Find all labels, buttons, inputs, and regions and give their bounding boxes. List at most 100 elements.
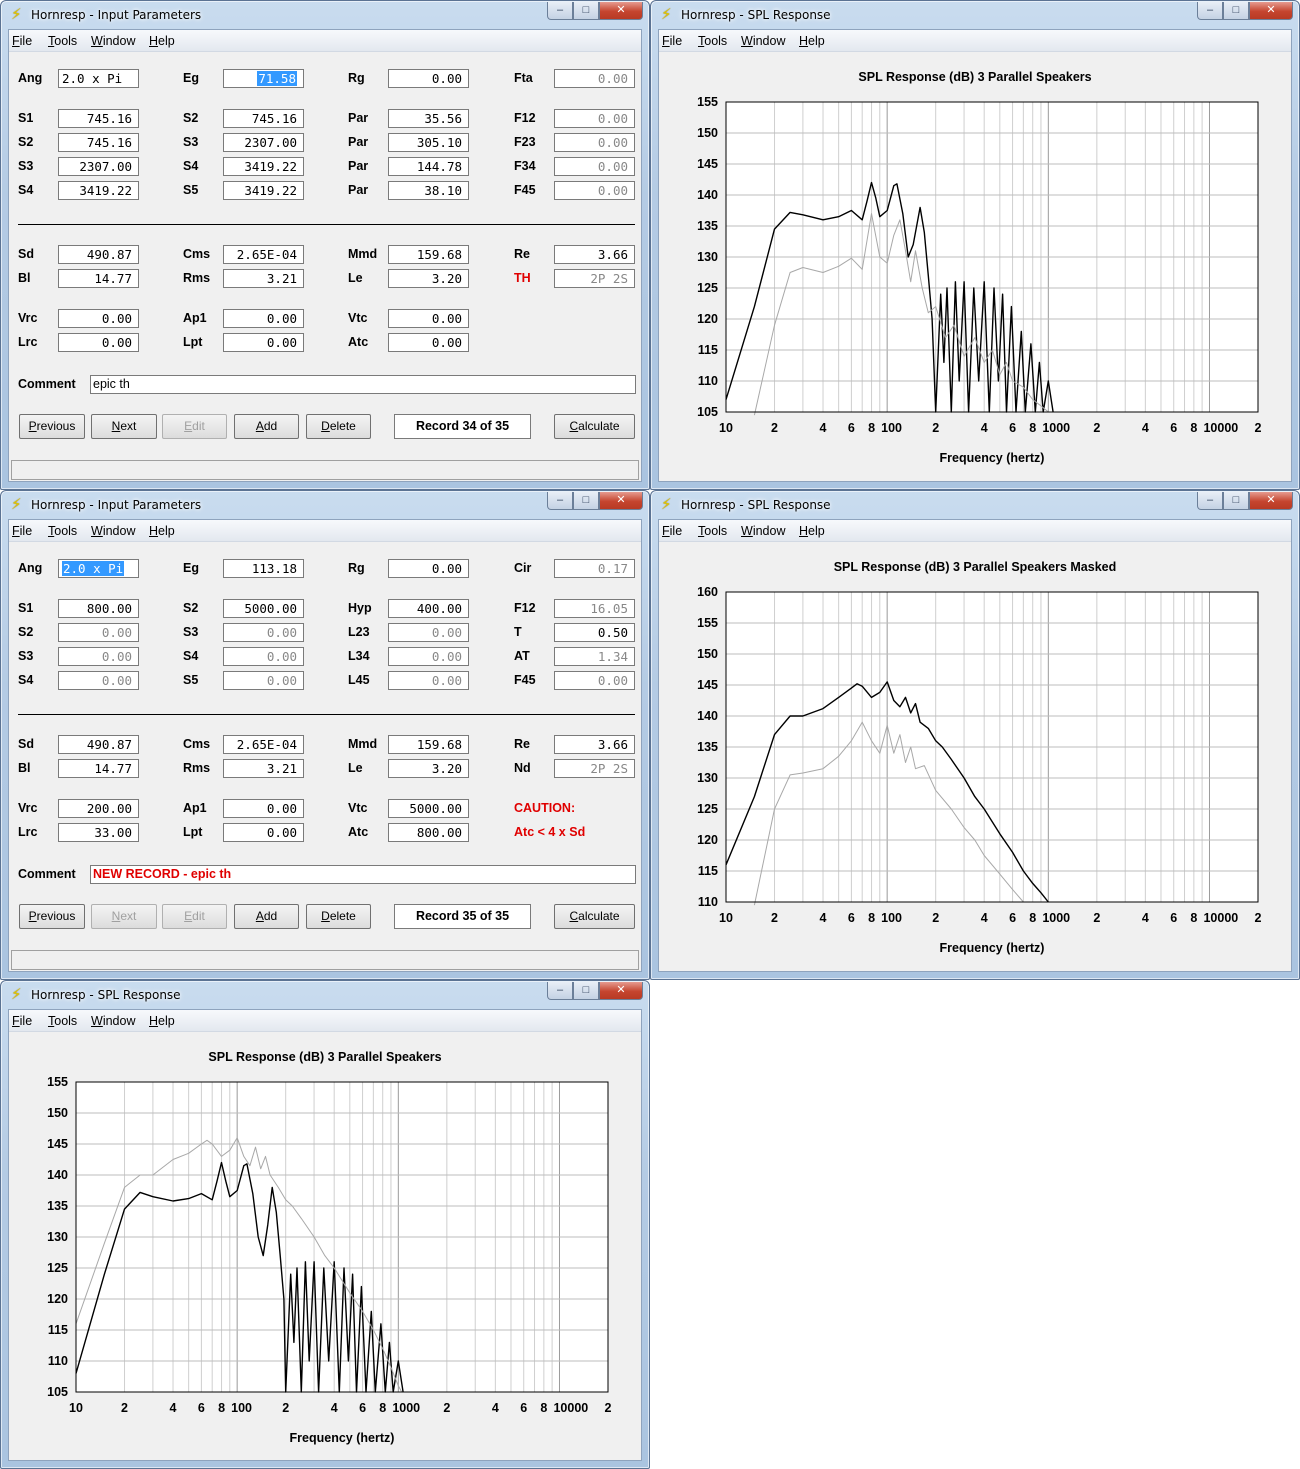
menu-window[interactable]: Window: [91, 34, 135, 48]
close-button[interactable]: ✕: [1249, 492, 1293, 510]
delete-button[interactable]: Delete: [306, 904, 371, 929]
param-field-bl[interactable]: 14.77: [58, 269, 139, 288]
maximize-button[interactable]: □: [573, 492, 599, 510]
calculate-button[interactable]: Calculate: [554, 904, 635, 929]
minimize-button[interactable]: –: [1197, 492, 1223, 510]
param-field-f12[interactable]: 0.00: [554, 109, 635, 128]
param-field-ap1[interactable]: 0.00: [223, 799, 304, 818]
param-field-vrc[interactable]: 0.00: [58, 309, 139, 328]
close-button[interactable]: ✕: [1249, 2, 1293, 20]
add-button[interactable]: Add: [234, 414, 299, 439]
param-field-sd[interactable]: 490.87: [58, 245, 139, 264]
param-field-s4[interactable]: 0.00: [58, 671, 139, 690]
param-field-s4[interactable]: 3419.22: [223, 157, 304, 176]
menu-file[interactable]: File: [12, 34, 32, 48]
add-button[interactable]: Add: [234, 904, 299, 929]
param-field-l45[interactable]: 0.00: [388, 671, 469, 690]
param-field-ang[interactable]: 2.0 x Pi: [58, 69, 139, 88]
param-field-f12[interactable]: 16.05: [554, 599, 635, 618]
title-bar[interactable]: ⚡ Hornresp - SPL Response – □ ✕: [651, 1, 1299, 29]
previous-button[interactable]: Previous: [19, 904, 85, 929]
param-field-cms[interactable]: 2.65E-04: [223, 245, 304, 264]
param-field-s2[interactable]: 745.16: [223, 109, 304, 128]
param-field-sd[interactable]: 490.87: [58, 735, 139, 754]
param-field-rms[interactable]: 3.21: [223, 759, 304, 778]
param-field-lpt[interactable]: 0.00: [223, 333, 304, 352]
param-field-t[interactable]: 0.50: [554, 623, 635, 642]
param-field-par[interactable]: 35.56: [388, 109, 469, 128]
param-field-atc[interactable]: 0.00: [388, 333, 469, 352]
param-field-s5[interactable]: 0.00: [223, 671, 304, 690]
comment-field[interactable]: NEW RECORD - epic th: [90, 865, 636, 884]
param-field-s2[interactable]: 745.16: [58, 133, 139, 152]
param-field-par[interactable]: 38.10: [388, 181, 469, 200]
param-field-lrc[interactable]: 33.00: [58, 823, 139, 842]
title-bar[interactable]: ⚡ Hornresp - SPL Response – □ ✕: [651, 491, 1299, 519]
title-bar[interactable]: ⚡ Hornresp - Input Parameters – □ ✕: [1, 1, 649, 29]
param-field-s3[interactable]: 2307.00: [223, 133, 304, 152]
param-field-f34[interactable]: 0.00: [554, 157, 635, 176]
maximize-button[interactable]: □: [573, 982, 599, 1000]
param-field-l34[interactable]: 0.00: [388, 647, 469, 666]
next-button[interactable]: Next: [91, 414, 157, 439]
param-field-eg[interactable]: 113.18: [223, 559, 304, 578]
close-button[interactable]: ✕: [599, 2, 643, 20]
param-field-l23[interactable]: 0.00: [388, 623, 469, 642]
menu-tools[interactable]: Tools: [48, 34, 77, 48]
param-field-mmd[interactable]: 159.68: [388, 245, 469, 264]
maximize-button[interactable]: □: [1223, 492, 1249, 510]
param-field-s3[interactable]: 0.00: [223, 623, 304, 642]
minimize-button[interactable]: –: [547, 2, 573, 20]
param-field-re[interactable]: 3.66: [554, 245, 635, 264]
title-bar[interactable]: ⚡ Hornresp - Input Parameters – □ ✕: [1, 491, 649, 519]
param-field-lpt[interactable]: 0.00: [223, 823, 304, 842]
param-field-rg[interactable]: 0.00: [388, 559, 469, 578]
param-field-rg[interactable]: 0.00: [388, 69, 469, 88]
param-field-s5[interactable]: 3419.22: [223, 181, 304, 200]
menu-window[interactable]: Window: [91, 524, 135, 538]
minimize-button[interactable]: –: [1197, 2, 1223, 20]
menu-help[interactable]: Help: [149, 524, 175, 538]
maximize-button[interactable]: □: [1223, 2, 1249, 20]
close-button[interactable]: ✕: [599, 982, 643, 1000]
param-field-s4[interactable]: 0.00: [223, 647, 304, 666]
param-field-s1[interactable]: 745.16: [58, 109, 139, 128]
param-field-vtc[interactable]: 0.00: [388, 309, 469, 328]
param-field-rms[interactable]: 3.21: [223, 269, 304, 288]
minimize-button[interactable]: –: [547, 492, 573, 510]
param-field-le[interactable]: 3.20: [388, 269, 469, 288]
param-field-s2[interactable]: 5000.00: [223, 599, 304, 618]
param-field-s3[interactable]: 2307.00: [58, 157, 139, 176]
param-field-vrc[interactable]: 200.00: [58, 799, 139, 818]
param-field-f45[interactable]: 0.00: [554, 671, 635, 690]
maximize-button[interactable]: □: [573, 2, 599, 20]
param-field-cir[interactable]: 0.17: [554, 559, 635, 578]
param-field-s4[interactable]: 3419.22: [58, 181, 139, 200]
param-field-re[interactable]: 3.66: [554, 735, 635, 754]
param-field-at[interactable]: 1.34: [554, 647, 635, 666]
menu-help[interactable]: Help: [149, 34, 175, 48]
param-field-ang[interactable]: 2.0 x Pi: [58, 559, 139, 578]
param-field-f23[interactable]: 0.00: [554, 133, 635, 152]
param-field-nd[interactable]: 2P 2S: [554, 759, 635, 778]
menu-file[interactable]: File: [12, 524, 32, 538]
param-field-f45[interactable]: 0.00: [554, 181, 635, 200]
minimize-button[interactable]: –: [547, 982, 573, 1000]
param-field-th[interactable]: 2P 2S: [554, 269, 635, 288]
comment-field[interactable]: epic th: [90, 375, 636, 394]
param-field-ap1[interactable]: 0.00: [223, 309, 304, 328]
param-field-atc[interactable]: 800.00: [388, 823, 469, 842]
param-field-hyp[interactable]: 400.00: [388, 599, 469, 618]
param-field-s2[interactable]: 0.00: [58, 623, 139, 642]
param-field-lrc[interactable]: 0.00: [58, 333, 139, 352]
param-field-mmd[interactable]: 159.68: [388, 735, 469, 754]
delete-button[interactable]: Delete: [306, 414, 371, 439]
param-field-le[interactable]: 3.20: [388, 759, 469, 778]
param-field-vtc[interactable]: 5000.00: [388, 799, 469, 818]
param-field-bl[interactable]: 14.77: [58, 759, 139, 778]
param-field-par[interactable]: 305.10: [388, 133, 469, 152]
param-field-eg[interactable]: 71.58: [223, 69, 304, 88]
menu-tools[interactable]: Tools: [48, 524, 77, 538]
calculate-button[interactable]: Calculate: [554, 414, 635, 439]
previous-button[interactable]: Previous: [19, 414, 85, 439]
